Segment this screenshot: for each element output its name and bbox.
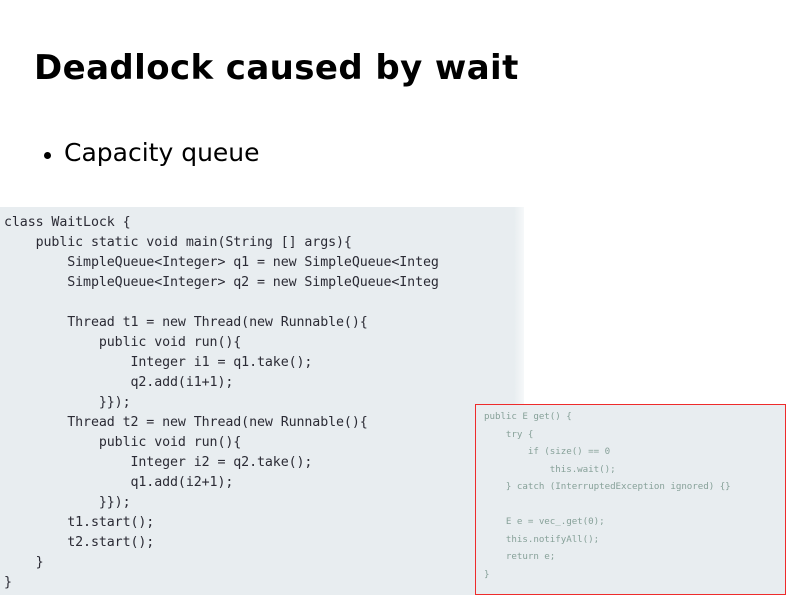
bullet-dot-icon — [44, 152, 51, 159]
inset-code-panel: public E get() { try { if (size() == 0 t… — [475, 404, 786, 595]
page-title: Deadlock caused by wait — [34, 48, 519, 88]
main-code-text: class WaitLock { public static void main… — [4, 215, 439, 590]
inset-code-text: public E get() { try { if (size() == 0 t… — [484, 411, 731, 580]
bullet-item-label: Capacity queue — [64, 138, 260, 167]
main-code-panel: class WaitLock { public static void main… — [0, 207, 524, 595]
slide-canvas: Deadlock caused by wait Capacity queue c… — [0, 0, 794, 595]
bullet-item-capacity-queue: Capacity queue — [44, 140, 260, 165]
